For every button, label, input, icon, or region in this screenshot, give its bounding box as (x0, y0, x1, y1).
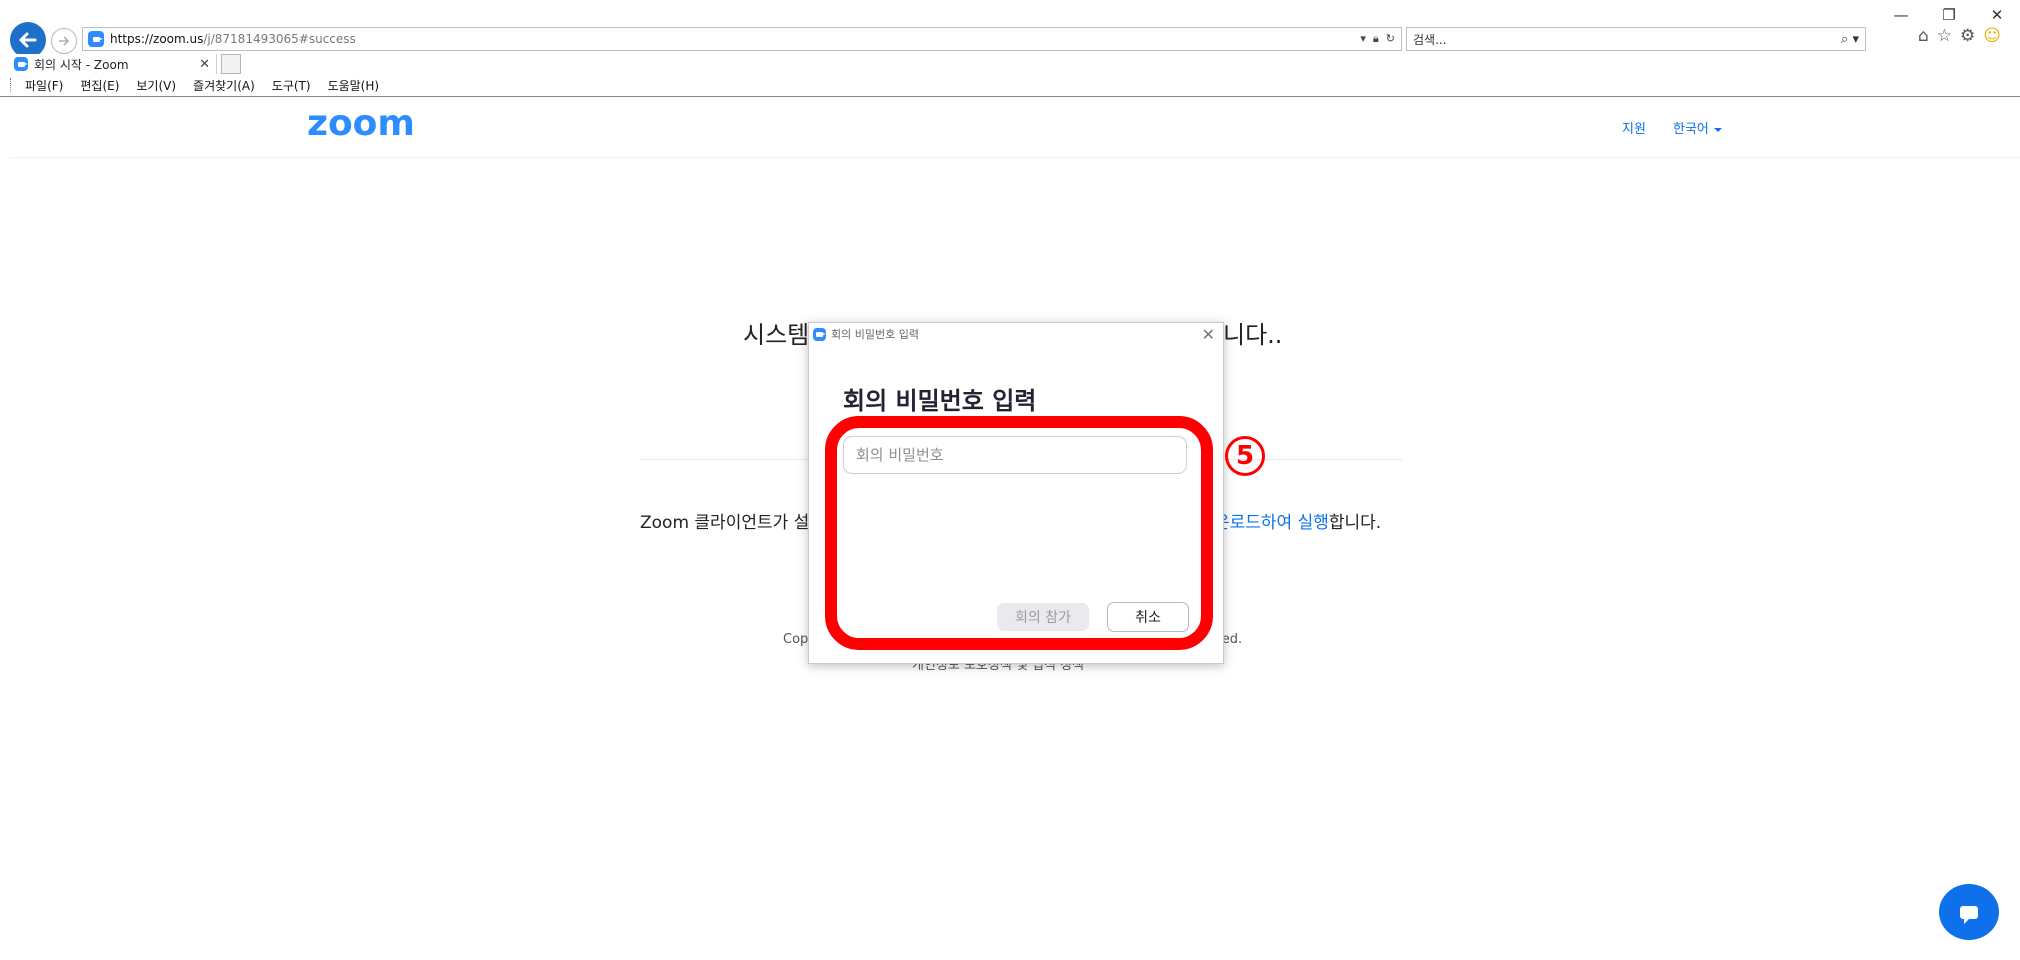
search-placeholder: 검색... (1413, 32, 1447, 47)
chat-button[interactable] (1939, 884, 1999, 940)
tab-zoom-meeting[interactable]: 회의 시작 - Zoom ✕ (8, 54, 217, 74)
search-icon[interactable]: ⌕ ▾ (1841, 32, 1859, 47)
dialog-titlebar: 회의 비밀번호 입력 (809, 323, 1223, 345)
copyright-start: Cop (783, 632, 809, 647)
dialog-zoom-icon (813, 327, 826, 341)
annotation-highlight-box (825, 416, 1213, 650)
menu-bar: 파일(F) 편집(E) 보기(V) 즐겨찾기(A) 도구(T) 도움말(H) (0, 74, 2020, 97)
menu-view[interactable]: 보기(V) (136, 77, 176, 94)
menu-favorites[interactable]: 즐겨찾기(A) (193, 77, 255, 94)
menu-grip (10, 78, 13, 92)
caret-down-icon (1713, 127, 1722, 132)
back-arrow-icon (19, 32, 37, 48)
launch-message-end: 니다.. (1223, 321, 1283, 349)
zoom-logo[interactable]: zoom (307, 103, 415, 144)
menu-help[interactable]: 도움말(H) (328, 77, 380, 94)
menu-edit[interactable]: 편집(E) (80, 77, 119, 94)
client-install-text: Zoom 클라이언트가 설 (640, 513, 810, 533)
language-label: 한국어 (1673, 122, 1709, 137)
restore-button[interactable]: ❐ (1940, 4, 1958, 26)
browser-toolbar-icons: ⌂ ☆ ⚙ ☺ (1918, 26, 2001, 46)
launch-message: 시스템 니다.. (743, 315, 1282, 350)
launch-message-start: 시스템 (743, 321, 810, 349)
dropdown-arrow-icon[interactable]: ▾ (1360, 32, 1366, 46)
feedback-smiley-icon[interactable]: ☺ (1983, 26, 2001, 46)
refresh-icon[interactable]: ↻ (1386, 32, 1395, 46)
dialog-close-icon[interactable]: ✕ (1202, 325, 1215, 344)
new-tab-button[interactable] (221, 54, 241, 74)
chat-bubble-icon (1960, 905, 1978, 924)
tab-zoom-favicon-icon (14, 57, 28, 71)
tab-title: 회의 시작 - Zoom (34, 57, 129, 72)
dialog-window-title: 회의 비밀번호 입력 (831, 328, 919, 341)
search-box[interactable]: 검색... ⌕ ▾ (1406, 27, 1866, 51)
minimize-button[interactable]: — (1892, 4, 1910, 26)
menu-tools[interactable]: 도구(T) (272, 77, 311, 94)
address-bar-actions: ▾ 🔒︎ ↻ (1360, 32, 1395, 46)
support-link[interactable]: 지원 (1622, 118, 1646, 137)
client-install-text-end: 운로드하여 실행합니다. (1214, 508, 1381, 533)
download-run-link[interactable]: 운로드하여 실행 (1214, 513, 1329, 533)
zoom-favicon-icon (88, 31, 104, 47)
address-bar[interactable]: https://zoom.us /j/87181493065#success ▾… (82, 27, 1402, 51)
window-controls: — ❐ ✕ (1892, 4, 2006, 26)
close-window-button[interactable]: ✕ (1988, 4, 2006, 26)
forward-arrow-icon (59, 36, 70, 46)
zoom-header: zoom 지원 한국어 (10, 97, 2020, 158)
language-dropdown[interactable]: 한국어 (1673, 118, 1722, 137)
annotation-step-number: 5 (1225, 436, 1265, 476)
settings-gear-icon[interactable]: ⚙ (1960, 26, 1975, 46)
lock-icon[interactable]: 🔒︎ (1373, 32, 1379, 46)
url-path: /j/87181493065#success (203, 32, 356, 46)
dialog-heading: 회의 비밀번호 입력 (843, 387, 1037, 415)
menu-file[interactable]: 파일(F) (25, 77, 63, 94)
client-install-tail: 합니다. (1328, 513, 1382, 533)
tab-bar: 회의 시작 - Zoom ✕ (0, 52, 2020, 74)
url-host: https://zoom.us (110, 32, 204, 46)
favorites-star-icon[interactable]: ☆ (1937, 26, 1952, 46)
forward-button[interactable] (51, 28, 77, 54)
tab-close-icon[interactable]: ✕ (199, 57, 210, 72)
home-icon[interactable]: ⌂ (1918, 26, 1929, 46)
browser-chrome: — ❐ ✕ https://zoom.us /j/87181493065#suc… (0, 0, 2020, 97)
